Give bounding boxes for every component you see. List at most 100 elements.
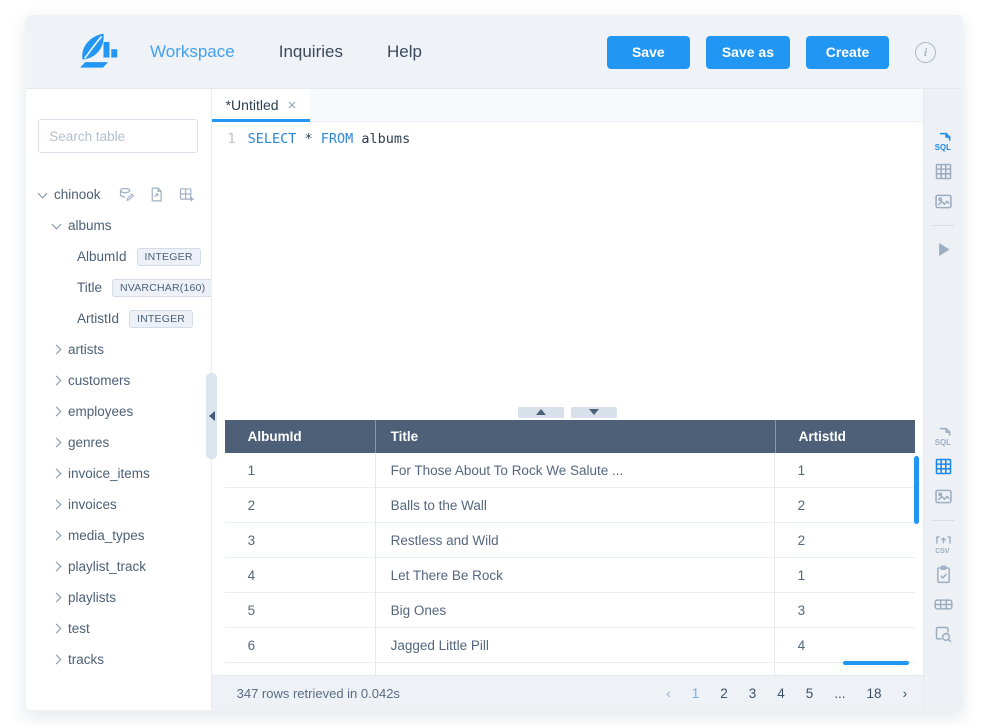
save-button[interactable]: Save — [607, 36, 690, 69]
sql-text: albums — [353, 131, 410, 147]
cell-title: For Those About To Rock We Salute ... — [375, 453, 775, 487]
create-button[interactable]: Create — [806, 36, 889, 69]
tree-table-customers[interactable]: customers — [26, 365, 211, 396]
chevron-right-icon — [52, 438, 62, 448]
column-name: ArtistId — [77, 311, 119, 326]
cell-albumid: 6 — [225, 628, 375, 662]
vertical-scrollbar-thumb[interactable] — [914, 456, 919, 524]
pagination: ‹ 1 2 3 4 5 ... 18 › — [666, 686, 907, 701]
tree-table-invoices[interactable]: invoices — [26, 489, 211, 520]
chevron-right-icon — [52, 593, 62, 603]
cell-artistid: 3 — [775, 593, 915, 627]
tree-column-title[interactable]: Title NVARCHAR(160) — [26, 272, 211, 303]
line-number: 1 — [212, 131, 248, 404]
tree-table-albums[interactable]: albums — [26, 210, 211, 241]
table-name: tracks — [68, 652, 104, 667]
column-header-albumid[interactable]: AlbumId — [225, 420, 375, 453]
chevron-right-icon — [52, 562, 62, 572]
tab-close-icon[interactable]: × — [288, 97, 297, 114]
editor-view-controls: SQL — [924, 131, 962, 260]
add-table-icon[interactable] — [178, 186, 195, 203]
export-file-icon[interactable] — [148, 186, 165, 203]
tree-column-artistid[interactable]: ArtistId INTEGER — [26, 303, 211, 334]
sidebar-collapse-handle[interactable] — [206, 373, 217, 459]
sql-view-icon[interactable]: SQL — [933, 426, 954, 447]
tree-table-media-types[interactable]: media_types — [26, 520, 211, 551]
expand-down-button[interactable] — [571, 407, 617, 418]
table-row: 6 Jagged Little Pill 4 — [225, 628, 915, 663]
chevron-right-icon — [52, 407, 62, 417]
column-name: AlbumId — [77, 249, 127, 264]
page-18[interactable]: 18 — [867, 686, 882, 701]
sql-keyword: SELECT — [248, 131, 297, 147]
export-csv-icon[interactable]: CSV — [933, 534, 954, 555]
column-type-badge: INTEGER — [137, 248, 201, 266]
tree-table-playlist-track[interactable]: playlist_track — [26, 551, 211, 582]
sql-text: * — [296, 131, 320, 147]
grid-view-icon[interactable] — [933, 456, 954, 477]
cell-title: Big Ones — [375, 593, 775, 627]
save-as-button[interactable]: Save as — [706, 36, 790, 69]
table-view-icon[interactable] — [933, 594, 954, 615]
nav-workspace[interactable]: Workspace — [150, 42, 235, 62]
app-header: Workspace Inquiries Help Save Save as Cr… — [26, 16, 962, 89]
chart-view-icon[interactable] — [933, 486, 954, 507]
edit-database-icon[interactable] — [118, 186, 135, 203]
toolbar-divider — [932, 225, 954, 226]
copy-results-icon[interactable] — [933, 564, 954, 585]
table-name: invoice_items — [68, 466, 150, 481]
search-input[interactable] — [38, 119, 198, 153]
tree-column-albumid[interactable]: AlbumId INTEGER — [26, 241, 211, 272]
cell-title: Restless and Wild — [375, 523, 775, 557]
tree-table-test[interactable]: test — [26, 613, 211, 644]
tree-table-genres[interactable]: genres — [26, 427, 211, 458]
page-ellipsis: ... — [834, 686, 845, 701]
tree-table-invoice-items[interactable]: invoice_items — [26, 458, 211, 489]
tree-db-chinook[interactable]: chinook — [26, 179, 211, 210]
inspect-cell-icon[interactable] — [933, 624, 954, 645]
next-page-icon[interactable]: › — [903, 686, 908, 701]
sql-editor[interactable]: 1 SELECT * FROM albums — [212, 122, 923, 404]
run-query-icon[interactable] — [933, 239, 954, 260]
chevron-right-icon — [52, 469, 62, 479]
tree-table-artists[interactable]: artists — [26, 334, 211, 365]
table-name: invoices — [68, 497, 117, 512]
chevron-right-icon — [52, 345, 62, 355]
sql-keyword: FROM — [321, 131, 354, 147]
page-5[interactable]: 5 — [806, 686, 814, 701]
cell-artistid: 4 — [775, 628, 915, 662]
column-header-artistid[interactable]: ArtistId — [775, 420, 915, 453]
tab-untitled[interactable]: *Untitled × — [212, 89, 311, 121]
page-1[interactable]: 1 — [692, 686, 700, 701]
cell-title: Let There Be Rock — [375, 558, 775, 592]
page-2[interactable]: 2 — [720, 686, 728, 701]
svg-text:SQL: SQL — [934, 143, 950, 152]
cell-title: Balls to the Wall — [375, 488, 775, 522]
tree-table-playlists[interactable]: playlists — [26, 582, 211, 613]
chart-view-icon[interactable] — [933, 191, 954, 212]
tree-table-tracks[interactable]: tracks — [26, 644, 211, 675]
expand-up-button[interactable] — [518, 407, 564, 418]
info-icon[interactable]: i — [915, 42, 936, 63]
table-name: test — [68, 621, 90, 636]
sql-view-icon[interactable]: SQL — [933, 131, 954, 152]
page-4[interactable]: 4 — [777, 686, 785, 701]
tab-title: *Untitled — [226, 97, 279, 113]
table-name: albums — [68, 218, 112, 233]
chevron-right-icon — [52, 376, 62, 386]
column-header-title[interactable]: Title — [375, 420, 775, 453]
prev-page-icon[interactable]: ‹ — [666, 686, 671, 701]
header-actions: Save Save as Create — [607, 36, 889, 69]
panel-splitter[interactable] — [212, 404, 923, 420]
page-3[interactable]: 3 — [749, 686, 757, 701]
cell-artistid: 1 — [775, 453, 915, 487]
chevron-left-icon — [209, 411, 215, 421]
grid-view-icon[interactable] — [933, 161, 954, 182]
nav-inquiries[interactable]: Inquiries — [279, 42, 343, 62]
horizontal-scrollbar-thumb[interactable] — [843, 661, 909, 665]
schema-tree: chinook — [26, 179, 211, 675]
tree-table-employees[interactable]: employees — [26, 396, 211, 427]
cell-artistid: 2 — [775, 523, 915, 557]
nav-help[interactable]: Help — [387, 42, 422, 62]
cell-artistid: 1 — [775, 558, 915, 592]
